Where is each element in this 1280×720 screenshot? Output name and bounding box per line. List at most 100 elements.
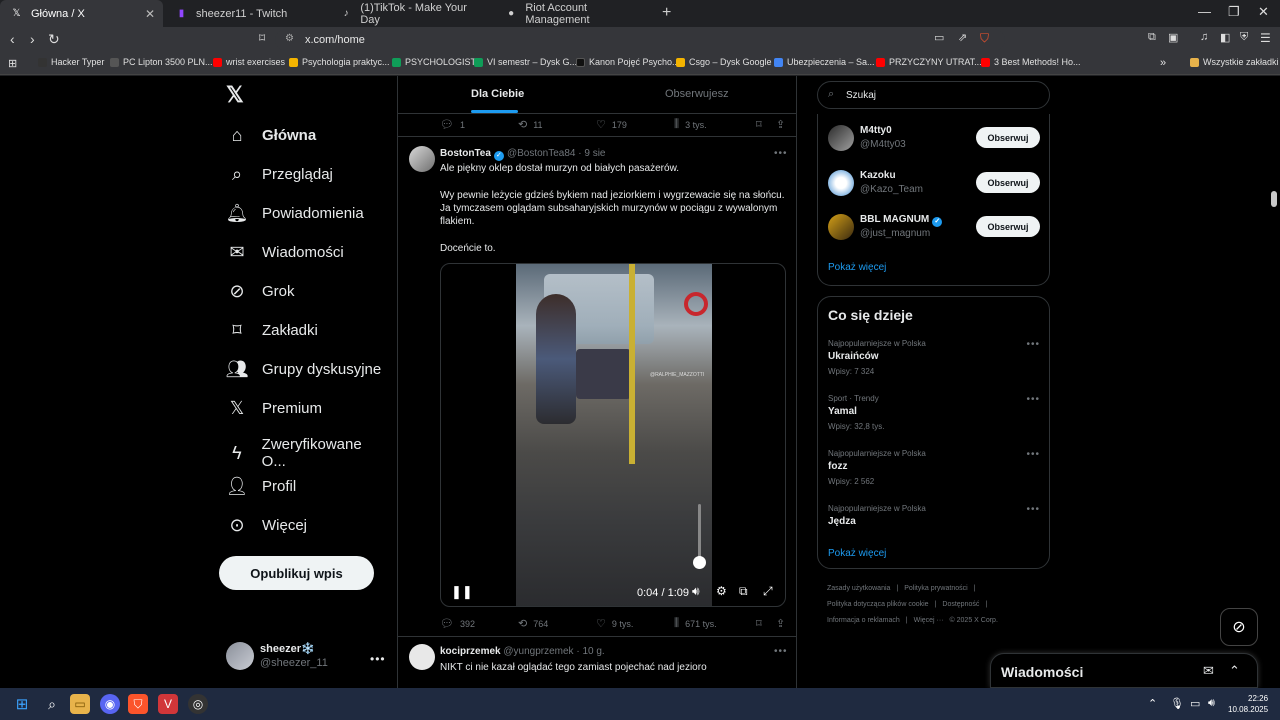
tray-chevron-icon[interactable]: ⌃ — [1148, 697, 1157, 710]
tab-riot[interactable]: ● Riot Account Management — [495, 0, 658, 27]
all-bookmarks[interactable]: Wszystkie zakładki — [1190, 57, 1279, 67]
footer-link[interactable]: Więcej ··· — [914, 617, 944, 624]
follow-button[interactable]: Obserwuj — [976, 127, 1040, 148]
nav-more[interactable]: ⊙ Więcej — [226, 514, 307, 536]
trend-more-icon[interactable]: ••• — [1026, 504, 1040, 515]
brave-shield-icon[interactable]: ⛉ — [980, 31, 989, 46]
author-name[interactable]: BostonTea — [440, 148, 491, 159]
nav-explore[interactable]: ⌕ Przeglądaj — [226, 163, 333, 185]
video-player[interactable]: @RALPHIE_MAZZOTTI ❚❚ 0:04 / 1:09 🔊︎ ⚙ ⧉ … — [440, 263, 786, 607]
account-switcher[interactable]: sheezer❄️ @sheezer_11 — [226, 642, 328, 670]
bookmark-item[interactable]: PSYCHOLOGIST — [392, 57, 476, 67]
close-tab-icon[interactable]: ✕ — [145, 7, 155, 21]
discord-icon[interactable]: ◉ — [100, 694, 120, 714]
trend-more-icon[interactable]: ••• — [1026, 449, 1040, 460]
volume-icon[interactable]: 🔊︎ — [692, 584, 700, 599]
footer-link[interactable]: Informacja o reklamach — [827, 617, 900, 624]
bookmark-item[interactable]: PC Lipton 3500 PLN... — [110, 57, 213, 67]
bookmark-item[interactable]: VI semestr – Dysk G... — [474, 57, 577, 67]
forward-icon[interactable]: › — [30, 31, 35, 47]
avatar[interactable] — [409, 146, 435, 172]
new-tab-button[interactable]: + — [662, 4, 671, 22]
search-input[interactable]: ⌕ Szukaj — [817, 81, 1050, 109]
vpn-icon[interactable]: ⛨ — [1240, 31, 1248, 44]
fullscreen-icon[interactable]: ⤢ — [763, 584, 773, 599]
share-button[interactable]: ⇪ — [776, 118, 791, 131]
tab-twitch[interactable]: ▮ sheezer11 - Twitch — [165, 0, 328, 27]
minimize-icon[interactable]: — — [1198, 4, 1211, 19]
scrollbar-thumb[interactable] — [1271, 191, 1277, 207]
valorant-icon[interactable]: V — [158, 694, 178, 714]
back-icon[interactable]: ‹ — [10, 31, 15, 47]
tab-x-home[interactable]: 𝕏 Główna / X ✕ — [0, 0, 163, 27]
reply-button[interactable]: 💬︎ 1 — [440, 118, 465, 131]
tweet-more-icon[interactable]: ••• — [774, 148, 788, 159]
bookmark-page-icon[interactable]: ⌑ — [259, 31, 265, 45]
expand-icon[interactable]: ⌃ — [1229, 663, 1240, 679]
bookmark-item[interactable]: Kanon Pojęć Psycho... — [576, 57, 680, 67]
bookmark-item[interactable]: Ubezpieczenia – Sa... — [774, 57, 875, 67]
reply-button[interactable]: 💬︎ 392 — [440, 617, 475, 630]
site-info-icon[interactable]: ⚙ — [285, 33, 294, 44]
maximize-icon[interactable]: ❐ — [1228, 4, 1240, 20]
share-button[interactable]: ⇪ — [776, 617, 791, 630]
cast-icon[interactable]: ▭ — [934, 31, 944, 44]
follow-suggestion[interactable]: BBL MAGNUM ✓ @just_magnum Obserwuj — [828, 213, 1040, 241]
search-icon[interactable]: ⌕ — [42, 694, 62, 714]
wallet-icon[interactable]: ▣ — [1168, 31, 1178, 44]
brave-icon[interactable]: ⛉ — [128, 694, 148, 714]
volume-handle[interactable] — [693, 556, 706, 569]
trend-item[interactable]: Najpopularniejsze w Polska Jędza ••• — [828, 504, 1040, 527]
footer-link[interactable]: Dostępność — [942, 601, 979, 608]
bookmark-item[interactable]: 3 Best Methods! Ho... — [981, 57, 1081, 67]
x-logo-icon[interactable]: 𝕏 — [226, 82, 244, 108]
trend-more-icon[interactable]: ••• — [1026, 339, 1040, 350]
follow-suggestion[interactable]: M4tty0 @M4tty03 Obserwuj — [828, 124, 1040, 152]
nav-profile[interactable]: 👤︎ Profil — [226, 475, 297, 497]
tweet-time[interactable]: · 10 g. — [576, 646, 604, 657]
author-name[interactable]: kociprzemek — [440, 646, 501, 657]
microphone-icon[interactable]: 🎙︎ — [1170, 697, 1184, 710]
bookmark-button[interactable]: ⌑ — [756, 118, 768, 131]
repost-button[interactable]: ⟲ 11 — [518, 118, 543, 131]
menu-icon[interactable]: ☰ — [1260, 31, 1271, 45]
tweet-more-icon[interactable]: ••• — [774, 646, 788, 657]
footer-link[interactable]: Zasady użytkowania — [827, 585, 890, 592]
extensions-icon[interactable]: ⧉ — [1148, 31, 1156, 44]
avatar[interactable] — [409, 644, 435, 670]
nav-messages[interactable]: ✉ Wiadomości — [226, 241, 343, 263]
bookmark-item[interactable]: wrist exercises — [213, 57, 285, 67]
bookmark-item[interactable]: Hacker Typer — [38, 57, 104, 67]
steam-icon[interactable]: ◎ — [188, 694, 208, 714]
tab-tiktok[interactable]: ♪ (1)TikTok - Make Your Day — [330, 0, 493, 27]
bookmark-item[interactable]: Csgo – Dysk Google — [676, 57, 772, 67]
address-bar[interactable]: ⚙ x.com/home — [275, 29, 1005, 51]
bookmark-item[interactable]: PRZYCZYNY UTRAT... — [876, 57, 982, 67]
tweet-time[interactable]: · 9 sie — [578, 148, 605, 159]
tab-for-you[interactable]: Dla Ciebie — [471, 88, 524, 100]
share-icon[interactable]: ⇗ — [958, 31, 967, 44]
pip-icon[interactable]: ⧉ — [739, 584, 748, 599]
speaker-icon[interactable]: 🔊︎ — [1208, 697, 1215, 710]
views-button[interactable]: ⫼ 3 tys. — [674, 118, 707, 131]
trends-show-more-link[interactable]: Pokaż więcej — [828, 548, 886, 559]
account-more-icon[interactable]: ••• — [370, 652, 386, 666]
bookmark-button[interactable]: ⌑ — [756, 617, 768, 630]
nav-verified-orgs[interactable]: ϟ Zweryfikowane O... — [226, 436, 388, 470]
post-button[interactable]: Opublikuj wpis — [219, 556, 374, 590]
new-message-icon[interactable]: ✉ — [1203, 663, 1214, 679]
messages-dock[interactable]: Wiadomości ✉ ⌃ — [990, 653, 1258, 688]
windows-start-icon[interactable]: ⊞ — [12, 694, 32, 714]
show-more-link[interactable]: Pokaż więcej — [828, 262, 886, 273]
footer-link[interactable]: Polityka prywatności — [904, 585, 967, 592]
nav-bookmarks[interactable]: ⌑ Zakładki — [226, 319, 317, 341]
footer-link[interactable]: Polityka dotycząca plików cookie — [827, 601, 929, 608]
file-explorer-icon[interactable]: ▭ — [70, 694, 90, 714]
more-bookmarks-icon[interactable]: » — [1160, 57, 1166, 69]
author-handle[interactable]: @BostonTea84 — [507, 148, 576, 159]
volume-slider[interactable] — [698, 504, 701, 562]
nav-grok[interactable]: ⊘ Grok — [226, 280, 294, 302]
author-handle[interactable]: @yungprzemek — [503, 646, 573, 657]
trend-more-icon[interactable]: ••• — [1026, 394, 1040, 405]
bookmark-item[interactable]: Psychologia praktyc... — [289, 57, 390, 67]
